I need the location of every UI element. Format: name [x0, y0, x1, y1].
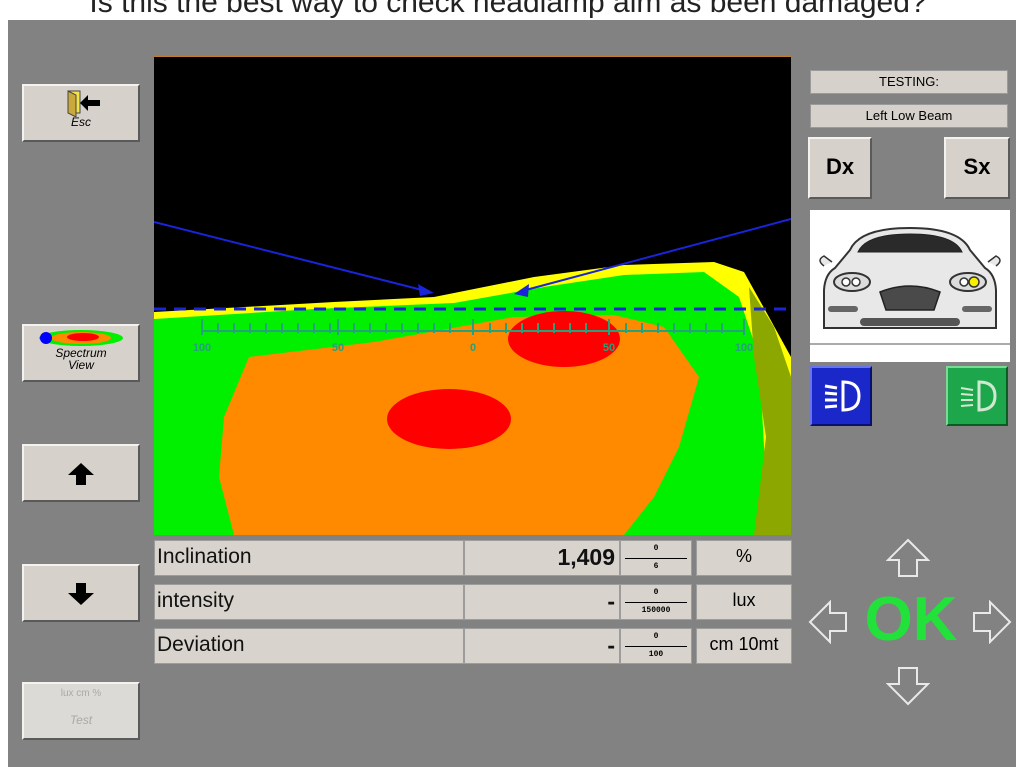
cutoff-arrow-left — [418, 284, 434, 296]
reading-intensity-value: - — [464, 584, 620, 620]
aim-down-button[interactable] — [22, 564, 140, 622]
scale-label-left-50: 50 — [332, 342, 344, 354]
spectrum-icon — [39, 330, 123, 346]
scale-label-right-100: 100 — [735, 342, 753, 354]
aim-up-button[interactable] — [22, 444, 140, 502]
spectrum-view-button[interactable]: Spectrum View — [22, 324, 140, 382]
test-units-label: lux cm % — [60, 688, 102, 699]
nudge-right-icon[interactable] — [972, 600, 1012, 644]
nudge-up-icon[interactable] — [886, 538, 930, 578]
testing-label: TESTING: — [810, 70, 1008, 94]
reading-intensity-range: 0 150000 — [620, 584, 692, 620]
deviation-range-min: 0 — [653, 632, 659, 641]
reading-inclination-value: 1,409 — [464, 540, 620, 576]
reading-intensity-name: intensity — [154, 584, 464, 620]
spectrum-label-2: View — [68, 358, 94, 372]
dx-button[interactable]: Dx — [808, 137, 872, 199]
headlamp-tester-window: Esc Spectrum View lux cm % Test 100 50 0… — [8, 20, 1016, 767]
reading-deviation-value: - — [464, 628, 620, 664]
arrow-up-icon — [68, 463, 94, 485]
beam-hotspot-upper — [508, 311, 620, 367]
arrow-down-icon — [68, 583, 94, 605]
sx-button[interactable]: Sx — [944, 137, 1010, 199]
high-beam-icon — [960, 380, 997, 412]
reading-deviation-name: Deviation — [154, 628, 464, 664]
reading-deviation-unit: cm 10mt — [696, 628, 792, 664]
reading-inclination-range: 0 6 — [620, 540, 692, 576]
low-beam-icon — [824, 380, 861, 412]
beam-pattern-graphic: 100 50 0 50 100 — [154, 218, 791, 535]
inclination-range-min: 0 — [653, 544, 659, 553]
beam-hotspot-main — [387, 389, 511, 449]
deviation-range-max: 100 — [648, 650, 664, 659]
reading-inclination-unit: % — [696, 540, 792, 576]
car-diagram — [810, 210, 1010, 362]
test-label: Test — [69, 713, 93, 727]
scale-label-right-50: 50 — [603, 342, 615, 354]
reading-deviation-range: 0 100 — [620, 628, 692, 664]
intensity-range-max: 150000 — [641, 606, 671, 615]
test-button[interactable]: lux cm % Test — [22, 682, 140, 740]
reading-inclination-name: Inclination — [154, 540, 464, 576]
cutoff-line-left — [154, 221, 427, 292]
esc-label: Esc — [70, 115, 91, 129]
sx-label: Sx — [963, 154, 991, 179]
high-beam-button[interactable] — [946, 366, 1008, 426]
nudge-down-icon[interactable] — [886, 666, 930, 706]
exit-door-icon — [67, 90, 100, 117]
nudge-left-icon[interactable] — [808, 600, 848, 644]
ok-button[interactable]: OK — [856, 588, 966, 652]
scale-label-center: 0 — [470, 342, 476, 354]
reading-intensity-unit: lux — [696, 584, 792, 620]
scale-label-left-100: 100 — [193, 342, 211, 354]
beam-pattern-view: 100 50 0 50 100 — [154, 56, 791, 535]
inclination-range-max: 6 — [653, 562, 659, 571]
esc-button[interactable]: Esc — [22, 84, 140, 142]
car-front-icon — [810, 226, 1010, 345]
dx-label: Dx — [825, 154, 855, 179]
intensity-range-min: 0 — [653, 588, 659, 597]
beam-name-label: Left Low Beam — [810, 104, 1008, 128]
low-beam-button[interactable] — [810, 366, 872, 426]
